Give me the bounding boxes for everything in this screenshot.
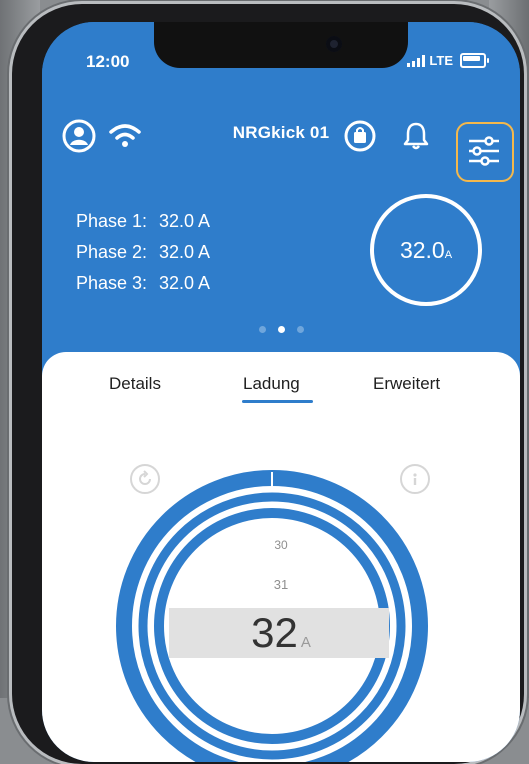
signal-icon xyxy=(407,54,426,67)
picker-value-above-1[interactable]: 31 xyxy=(42,577,520,592)
page-dot[interactable] xyxy=(296,326,304,333)
status-time: 12:00 xyxy=(86,52,130,71)
picker-selected-value: 32 xyxy=(251,609,298,656)
device-title: NRGkick 01 xyxy=(232,123,330,142)
phase-label: Phase 3: xyxy=(76,273,148,293)
phase-value: 32.0 A xyxy=(159,211,211,231)
total-current-unit: A xyxy=(444,248,453,261)
page-dot[interactable] xyxy=(258,326,266,333)
phase-label: Phase 1: xyxy=(76,211,148,231)
total-current-value: 32.0 xyxy=(399,236,445,263)
battery-icon xyxy=(460,53,489,68)
notch xyxy=(154,22,408,68)
tab-erweitert[interactable]: Erweitert xyxy=(373,374,440,394)
app-header: NRGkick 01 xyxy=(42,118,520,154)
camera-icon xyxy=(326,36,342,52)
phone-frame: 12:00 LTE NRGkick 01 Phase 1: 32.0 A Pha… xyxy=(12,4,524,764)
phase-row: Phase 3: 32.0 A xyxy=(76,268,210,299)
settings-button[interactable] xyxy=(456,122,514,182)
page-indicator xyxy=(42,326,520,333)
tab-bar: Details Ladung Erweitert xyxy=(42,374,520,414)
tab-details[interactable]: Details xyxy=(109,374,161,394)
tab-ladung[interactable]: Ladung xyxy=(243,374,300,394)
shopping-bag-icon[interactable] xyxy=(344,120,376,152)
picker-selected[interactable]: 32 A xyxy=(42,607,520,669)
picker-value-above-2[interactable]: 30 xyxy=(42,538,520,552)
network-label: LTE xyxy=(429,53,453,68)
active-tab-underline xyxy=(242,400,313,403)
phase-row: Phase 2: 32.0 A xyxy=(76,237,210,268)
phase-label: Phase 2: xyxy=(76,242,148,262)
content-sheet: Details Ladung Erweitert 30 31 32 A xyxy=(42,352,520,762)
total-current-gauge: 32.0 A xyxy=(370,194,482,306)
phase-value: 32.0 A xyxy=(159,273,211,293)
picker-selected-unit: A xyxy=(300,634,311,651)
sliders-icon xyxy=(469,136,499,166)
page-dot-active[interactable] xyxy=(277,326,285,333)
phase-value: 32.0 A xyxy=(159,242,211,262)
bell-icon[interactable] xyxy=(400,120,432,152)
status-indicators: LTE xyxy=(407,53,489,68)
phase-list: Phase 1: 32.0 A Phase 2: 32.0 A Phase 3:… xyxy=(76,206,210,299)
phone-screen: 12:00 LTE NRGkick 01 Phase 1: 32.0 A Pha… xyxy=(42,22,520,762)
phase-row: Phase 1: 32.0 A xyxy=(76,206,210,237)
